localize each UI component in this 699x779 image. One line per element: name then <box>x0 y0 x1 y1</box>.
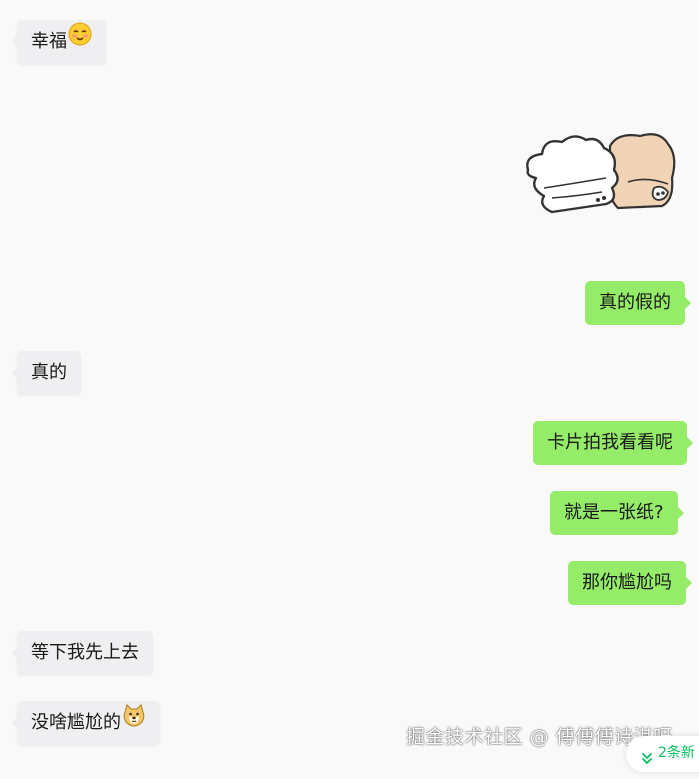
message-text: 没啥尴尬的 <box>31 712 121 733</box>
outgoing-message-bubble[interactable]: 卡片拍我看看呢 <box>533 421 693 465</box>
message-text: 卡片拍我看看呢 <box>547 432 673 453</box>
blushing-face-emoji-icon <box>68 19 92 63</box>
incoming-message-bubble[interactable]: 真的 <box>11 351 81 395</box>
doge-emoji-icon <box>122 700 146 744</box>
incoming-message-bubble[interactable]: 等下我先上去 <box>11 631 153 675</box>
message-text: 真的假的 <box>599 292 671 313</box>
incoming-message-bubble[interactable]: 没啥尴尬的 <box>11 700 160 745</box>
message-text: 真的 <box>31 362 67 383</box>
outgoing-message-bubble[interactable]: 真的假的 <box>585 281 691 325</box>
chat-message-area[interactable]: 幸福 真的假的 真的 卡片拍我看看呢 就是一张纸? 那你尴尬吗 等下我先上去 没… <box>0 0 699 767</box>
message-text: 那你尴尬吗 <box>582 572 672 593</box>
message-text: 等下我先上去 <box>31 642 139 663</box>
new-messages-label: 2条新 <box>658 745 695 761</box>
bunny-and-bear-sticker-icon[interactable] <box>522 126 682 218</box>
outgoing-message-bubble[interactable]: 那你尴尬吗 <box>568 561 692 605</box>
outgoing-message-bubble[interactable]: 就是一张纸? <box>550 491 684 535</box>
message-text: 幸福 <box>31 31 67 52</box>
message-text: 就是一张纸? <box>564 502 664 523</box>
incoming-message-bubble[interactable]: 幸福 <box>11 19 106 64</box>
double-chevron-down-icon <box>640 745 654 764</box>
